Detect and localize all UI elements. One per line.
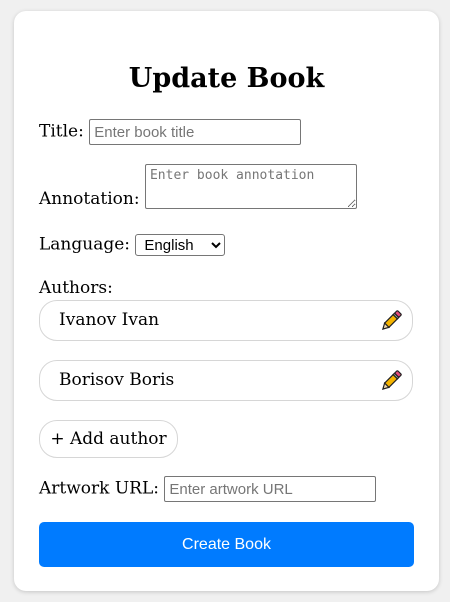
author-name: Ivanov Ivan — [59, 310, 160, 330]
title-input[interactable] — [89, 119, 302, 145]
page-title: Update Book — [128, 63, 325, 94]
create-book-button[interactable]: Create Book — [39, 522, 414, 567]
language-row: Language: English — [39, 234, 226, 256]
language-select[interactable]: English — [135, 234, 226, 256]
pencil-icon — [381, 370, 402, 391]
author-card-ivanov: Ivanov Ivan — [39, 300, 413, 341]
edit-author-button[interactable] — [378, 368, 404, 394]
update-book-card: Update Book Title: Annotation: Language:… — [14, 11, 439, 591]
author-card-borisov: Borisov Boris — [39, 360, 413, 401]
pencil-icon — [381, 310, 402, 331]
artwork-row: Artwork URL: — [39, 476, 377, 502]
language-label: Language: — [39, 234, 131, 255]
add-author-button[interactable]: + Add author — [39, 420, 178, 458]
authors-label: Authors: — [39, 278, 113, 298]
edit-author-button[interactable] — [378, 308, 404, 334]
title-row: Title: — [39, 119, 302, 145]
artwork-url-input[interactable] — [164, 476, 377, 502]
annotation-label: Annotation: — [39, 189, 140, 209]
artwork-label: Artwork URL: — [39, 478, 159, 499]
annotation-textarea[interactable] — [144, 164, 357, 209]
title-label: Title: — [39, 121, 84, 142]
author-name: Borisov Boris — [59, 370, 175, 390]
authors-label-row: Authors: — [39, 278, 113, 298]
annotation-row: Annotation: — [39, 164, 357, 209]
